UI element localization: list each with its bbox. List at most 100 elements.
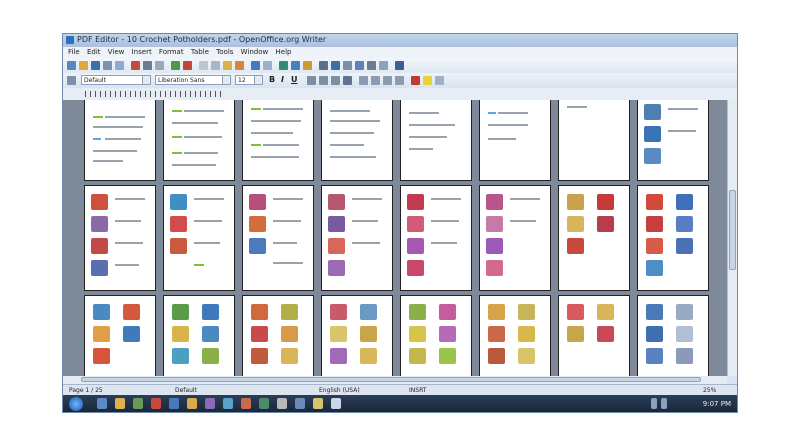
potholder-photo — [93, 304, 110, 320]
menu-file[interactable]: File — [68, 47, 80, 58]
table-icon[interactable] — [291, 61, 300, 70]
menu-help[interactable]: Help — [276, 47, 292, 58]
app-taskbar-icon[interactable] — [277, 398, 287, 409]
horizontal-scroll-thumb[interactable] — [81, 377, 701, 382]
redo-icon[interactable] — [263, 61, 272, 70]
hyperlink-icon[interactable] — [279, 61, 288, 70]
potholder-photo — [518, 326, 535, 342]
potholder-photo — [486, 238, 503, 254]
horizontal-scrollbar[interactable] — [63, 376, 727, 384]
format-paintbrush-icon[interactable] — [235, 61, 244, 70]
status-insert-mode[interactable]: INSRT — [409, 387, 426, 394]
status-zoom[interactable]: 25% — [703, 387, 716, 394]
menu-tools[interactable]: Tools — [216, 47, 233, 58]
italic-button[interactable]: I — [281, 75, 284, 84]
align-left-icon[interactable] — [307, 76, 316, 85]
potholder-photo — [646, 260, 663, 276]
increase-indent-icon[interactable] — [395, 76, 404, 85]
export-pdf-icon[interactable] — [131, 61, 140, 70]
undo-icon[interactable] — [251, 61, 260, 70]
menu-insert[interactable]: Insert — [132, 47, 152, 58]
vertical-scroll-thumb[interactable] — [729, 190, 736, 270]
font-color-icon[interactable] — [411, 76, 420, 85]
potholder-photo — [170, 216, 187, 232]
menu-view[interactable]: View — [108, 47, 125, 58]
zoom-icon[interactable] — [379, 61, 388, 70]
app-taskbar-icon[interactable] — [259, 398, 269, 409]
app-taskbar-icon[interactable] — [223, 398, 233, 409]
menu-edit[interactable]: Edit — [87, 47, 101, 58]
save-icon[interactable] — [91, 61, 100, 70]
align-center-icon[interactable] — [319, 76, 328, 85]
background-color-icon[interactable] — [435, 76, 444, 85]
open-icon[interactable] — [79, 61, 88, 70]
menu-format[interactable]: Format — [159, 47, 184, 58]
chevron-down-icon[interactable] — [142, 76, 150, 84]
data-sources-icon[interactable] — [355, 61, 364, 70]
potholder-photo — [249, 216, 266, 232]
text-line — [194, 242, 220, 244]
title-bar[interactable]: PDF Editor - 10 Crochet Potholders.pdf -… — [63, 34, 737, 47]
help-icon[interactable] — [395, 61, 404, 70]
highlighting-icon[interactable] — [423, 76, 432, 85]
print-icon[interactable] — [143, 61, 152, 70]
underline-button[interactable]: U — [291, 75, 298, 84]
edit-file-icon[interactable] — [115, 61, 124, 70]
spellcheck-icon[interactable] — [171, 61, 180, 70]
app-taskbar-icon[interactable] — [241, 398, 251, 409]
styles-formatting-icon[interactable] — [67, 76, 76, 85]
menu-table[interactable]: Table — [191, 47, 209, 58]
menu-window[interactable]: Window — [241, 47, 269, 58]
text-line — [105, 138, 141, 140]
align-right-icon[interactable] — [331, 76, 340, 85]
potholder-photo — [644, 104, 661, 120]
copy-icon[interactable] — [211, 61, 220, 70]
writer-taskbar-icon[interactable] — [331, 398, 341, 409]
app-taskbar-icon[interactable] — [151, 398, 161, 409]
ie-taskbar-icon[interactable] — [97, 398, 107, 409]
potholder-photo — [646, 326, 663, 342]
vertical-scrollbar[interactable] — [727, 100, 737, 376]
document-area[interactable] — [63, 100, 727, 376]
decrease-indent-icon[interactable] — [383, 76, 392, 85]
paragraph-style-combo[interactable]: Default — [81, 75, 151, 85]
numbering-icon[interactable] — [359, 76, 368, 85]
nonprinting-characters-icon[interactable] — [367, 61, 376, 70]
tray-icon[interactable] — [651, 398, 657, 409]
find-replace-icon[interactable] — [319, 61, 328, 70]
chevron-down-icon[interactable] — [254, 76, 262, 84]
app-taskbar-icon[interactable] — [187, 398, 197, 409]
potholder-photo — [123, 326, 140, 342]
bold-button[interactable]: B — [269, 75, 275, 84]
new-document-icon[interactable] — [67, 61, 76, 70]
document-page — [401, 100, 471, 180]
volume-icon[interactable] — [661, 398, 667, 409]
autospellcheck-icon[interactable] — [183, 61, 192, 70]
potholder-photo — [202, 348, 219, 364]
chevron-down-icon[interactable] — [222, 76, 230, 84]
start-button[interactable] — [69, 397, 83, 411]
print-preview-icon[interactable] — [155, 61, 164, 70]
app-taskbar-icon[interactable] — [313, 398, 323, 409]
font-name-combo[interactable]: Liberation Sans — [155, 75, 231, 85]
font-size-combo[interactable]: 12 — [235, 75, 263, 85]
cut-icon[interactable] — [199, 61, 208, 70]
taskbar-clock[interactable]: 9:07 PM — [703, 400, 731, 408]
folder-taskbar-icon[interactable] — [115, 398, 125, 409]
show-draw-functions-icon[interactable] — [303, 61, 312, 70]
media-taskbar-icon[interactable] — [133, 398, 143, 409]
app-taskbar-icon[interactable] — [295, 398, 305, 409]
potholder-photo — [330, 304, 347, 320]
justify-icon[interactable] — [343, 76, 352, 85]
potholder-photo — [202, 304, 219, 320]
paste-icon[interactable] — [223, 61, 232, 70]
bullets-icon[interactable] — [371, 76, 380, 85]
app-taskbar-icon[interactable] — [169, 398, 179, 409]
potholder-photo — [328, 216, 345, 232]
gallery-icon[interactable] — [343, 61, 352, 70]
text-line — [115, 198, 145, 200]
navigator-icon[interactable] — [331, 61, 340, 70]
mail-icon[interactable] — [103, 61, 112, 70]
document-page — [243, 296, 313, 376]
app-taskbar-icon[interactable] — [205, 398, 215, 409]
